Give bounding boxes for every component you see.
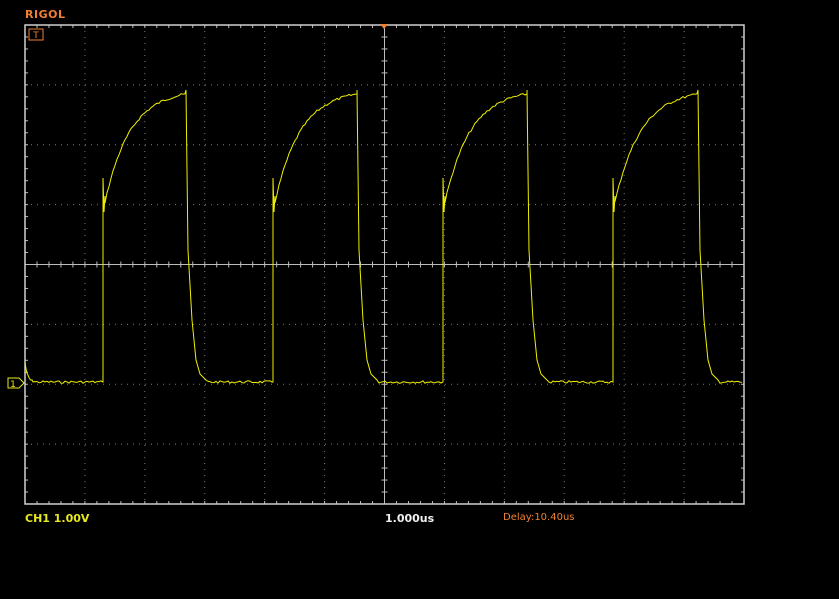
ch1-scale-readout: CH1 1.00V bbox=[25, 512, 90, 525]
trigger-marker-label: T bbox=[32, 31, 39, 41]
ch1-ground-marker-label: 1 bbox=[10, 380, 16, 390]
oscilloscope-screen: T 1 bbox=[7, 24, 745, 505]
trigger-position-icon bbox=[380, 24, 388, 29]
timebase-readout: 1.000us bbox=[385, 512, 435, 525]
delay-readout: Delay:10.40us bbox=[503, 512, 575, 523]
graticule-grid bbox=[24, 24, 745, 505]
trigger-marker: T bbox=[28, 28, 44, 41]
ch1-waveform-trace bbox=[24, 89, 743, 384]
ch1-ground-marker[interactable]: 1 bbox=[7, 377, 25, 390]
